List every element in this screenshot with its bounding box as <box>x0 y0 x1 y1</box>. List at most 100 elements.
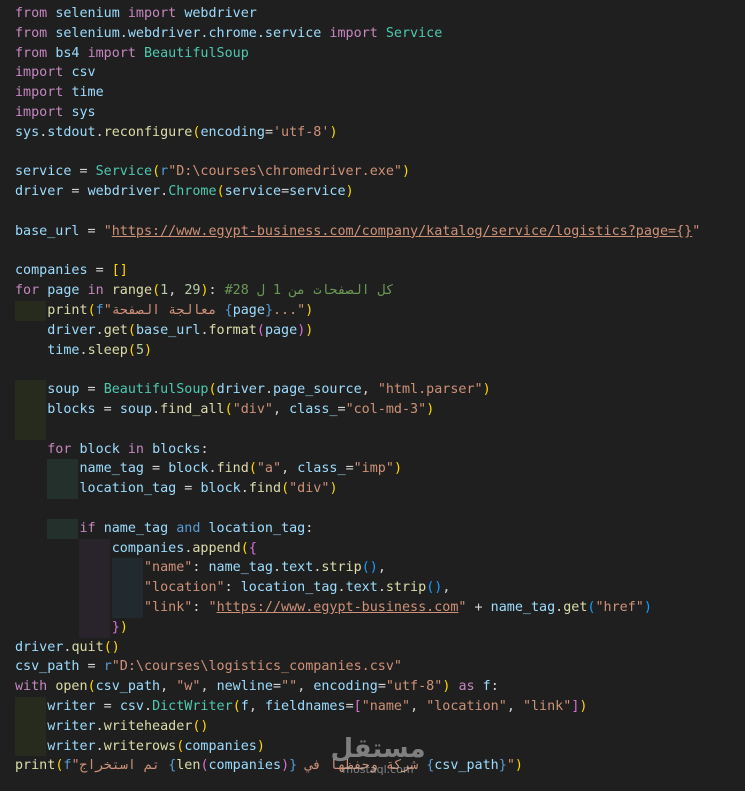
code-token: "col-md-3" <box>345 402 427 417</box>
code-token: " <box>506 758 515 774</box>
code-token: : <box>305 520 314 536</box>
code-line[interactable]: writer = csv.DictWriter(f, fieldnames=["… <box>15 697 587 717</box>
code-line[interactable]: from selenium.webdriver.chrome.service i… <box>15 24 442 44</box>
code-token: : <box>192 560 209 576</box>
code-token: service <box>289 184 346 200</box>
code-line[interactable]: "location": location_tag.text.strip(), <box>15 578 450 598</box>
code-token: " <box>692 223 701 239</box>
code-token: " <box>208 600 217 615</box>
code-line[interactable]: import time <box>15 83 104 103</box>
code-token: blocks <box>152 441 201 457</box>
code-token: name_tag <box>208 560 274 576</box>
code-line[interactable]: driver.quit() <box>15 638 120 658</box>
code-token: Chrome <box>168 184 217 200</box>
code-token: quit <box>71 639 104 655</box>
code-line[interactable]: base_url = "https://www.egypt-business.c… <box>15 222 700 242</box>
code-token: , <box>361 382 378 398</box>
watermark-logo: مستقل <box>330 734 426 764</box>
code-token: import <box>87 45 136 61</box>
code-token: from <box>15 6 48 21</box>
code-token: service <box>224 184 282 200</box>
code-line[interactable]: print(f"تم استخراج {len(companies)} شركة… <box>15 756 523 776</box>
code-token: get <box>563 600 588 615</box>
code-token: Service <box>385 25 443 41</box>
code-line[interactable]: if name_tag and location_tag: <box>15 519 314 539</box>
code-line[interactable]: companies.append({ <box>15 539 257 559</box>
code-token: page_source <box>273 382 362 398</box>
code-editor[interactable]: from selenium import webdriver from selen… <box>0 0 745 791</box>
code-token: } <box>289 758 298 774</box>
code-token: ) <box>393 461 402 477</box>
code-line[interactable]: driver.get(base_url.format(page)) <box>15 321 313 341</box>
code-line[interactable]: from selenium import webdriver <box>15 4 257 24</box>
code-token: as <box>458 679 475 695</box>
code-token: DictWriter <box>152 699 233 714</box>
code-token: time <box>71 85 104 101</box>
code-line[interactable]: blocks = soup.find_all("div", class_="co… <box>15 400 434 420</box>
code-line[interactable]: }) <box>15 618 128 638</box>
code-token: , <box>200 679 217 695</box>
code-line[interactable]: time.sleep(5) <box>15 341 152 361</box>
code-token: stdout <box>47 124 96 140</box>
code-token: = <box>144 461 169 477</box>
code-token: ) <box>514 758 523 774</box>
code-line[interactable]: with open(csv_path, "w", newline="", enc… <box>15 677 499 697</box>
code-token: "معالجة الصفحة <box>103 303 225 318</box>
code-line[interactable]: import csv <box>15 63 96 83</box>
code-token: newline <box>216 679 273 695</box>
code-token: ( <box>224 402 233 417</box>
code-token: , <box>377 560 386 576</box>
code-token: "" <box>281 679 298 695</box>
code-token: import <box>329 25 378 41</box>
code-line[interactable]: "name": name_tag.text.strip(), <box>15 558 386 578</box>
code-token: ( <box>127 322 136 338</box>
code-line[interactable]: driver = webdriver.Chrome(service=servic… <box>15 182 354 202</box>
code-token: base_url <box>135 322 201 338</box>
code-line[interactable]: "link": "https://www.egypt-business.com "… <box>15 598 652 618</box>
code-token: ) <box>256 738 265 754</box>
code-line[interactable]: from bs4 import BeautifulSoup <box>15 44 249 64</box>
code-line[interactable]: service = Service(r"D:\courses\chromedri… <box>15 162 410 182</box>
code-token: soup <box>47 382 80 398</box>
code-token: webdriver <box>87 184 161 200</box>
code-line[interactable]: import sys <box>15 103 96 123</box>
code-line[interactable]: soup = BeautifulSoup(driver.page_source,… <box>15 380 490 400</box>
code-token: r <box>103 659 112 675</box>
mostaql-watermark: مستقل mostaql.com <box>318 734 438 784</box>
code-line[interactable]: companies = [] <box>15 261 128 281</box>
code-line[interactable]: writer.writeheader() <box>15 717 208 737</box>
code-token: = <box>71 164 96 180</box>
code-token: , <box>160 679 177 695</box>
code-line[interactable]: print(f"معالجة الصفحة {page}...") <box>15 301 313 321</box>
code-token: block <box>200 481 241 497</box>
code-line[interactable]: for page in range(1, 29): #28 كل الصفحات… <box>15 281 394 301</box>
code-token: . <box>337 580 346 596</box>
code-token: , <box>248 699 265 714</box>
code-token: ( <box>152 283 161 299</box>
code-token: import <box>15 65 64 81</box>
code-token: find_all <box>160 402 225 417</box>
code-line[interactable]: writer.writerows(companies) <box>15 737 265 757</box>
code-token: ( <box>152 164 161 180</box>
code-token: strip <box>321 560 362 576</box>
code-token: format <box>208 322 257 338</box>
code-token: "location" <box>144 580 225 596</box>
code-token: https://www.egypt-business.com <box>216 600 459 615</box>
code-token: "name" <box>361 699 411 714</box>
code-token: from <box>15 45 48 61</box>
code-line[interactable]: csv_path = r"D:\courses\logistics_compan… <box>15 657 402 677</box>
code-line[interactable]: sys.stdout.reconfigure(encoding='utf-8') <box>15 123 338 143</box>
code-line[interactable]: for block in blocks: <box>15 440 208 460</box>
code-token: writer <box>47 718 96 734</box>
code-token: } <box>111 619 120 635</box>
code-token: . <box>152 402 161 417</box>
code-line[interactable]: name_tag = block.find("a", class_="imp") <box>15 459 403 479</box>
code-line[interactable]: location_tag = block.find("div") <box>15 479 338 499</box>
code-token: () <box>103 639 120 655</box>
